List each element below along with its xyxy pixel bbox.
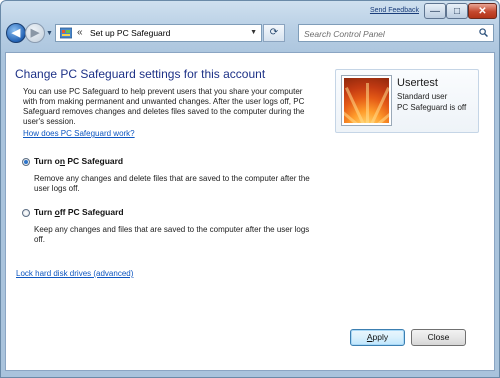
apply-button[interactable]: Apply	[350, 329, 405, 346]
address-bar[interactable]: « Set up PC Safeguard ▼	[55, 24, 262, 42]
minimize-icon: —	[430, 6, 440, 17]
search-icon[interactable]	[479, 28, 488, 37]
window: Send Feedback — □ ✕ ◀ ▶ ▼ « Set up PC Sa…	[0, 0, 500, 378]
page-description: You can use PC Safeguard to help prevent…	[23, 87, 305, 126]
recent-pages-dropdown-icon[interactable]: ▼	[46, 30, 53, 37]
how-does-pc-safeguard-work-link[interactable]: How does PC Safeguard work?	[23, 129, 135, 138]
back-arrow-icon: ◀	[11, 27, 21, 39]
link-text-part: does PC Safeguard work?	[39, 129, 135, 138]
user-account-card: Usertest Standard user PC Safeguard is o…	[335, 69, 479, 133]
forward-button[interactable]: ▶	[25, 23, 45, 43]
address-path[interactable]: Set up PC Safeguard	[90, 28, 170, 38]
minimize-button[interactable]: —	[424, 3, 446, 19]
send-feedback-link[interactable]: Send Feedback	[370, 7, 419, 14]
turn-on-description: Remove any changes and delete files that…	[34, 174, 310, 193]
address-dropdown-icon[interactable]: ▼	[250, 29, 257, 36]
window-close-button[interactable]: ✕	[468, 3, 497, 19]
back-button[interactable]: ◀	[6, 23, 26, 43]
maximize-button[interactable]: □	[446, 3, 468, 19]
label-text-part: ff PC Safeguard	[59, 207, 124, 217]
safeguard-status: PC Safeguard is off	[397, 103, 467, 112]
navigation-bar: ◀ ▶ ▼ « Set up PC Safeguard ▼ ⟳	[1, 21, 499, 47]
maximize-icon: □	[453, 6, 461, 17]
search-input[interactable]	[302, 26, 474, 42]
close-button[interactable]: Close	[411, 329, 466, 346]
close-icon: ✕	[478, 6, 487, 17]
user-type: Standard user	[397, 92, 448, 101]
turn-on-label[interactable]: Turn on PC Safeguard	[34, 156, 123, 166]
turn-off-description: Keep any changes and files that are save…	[34, 225, 310, 244]
link-text-part: Ho	[23, 129, 34, 138]
turn-off-label[interactable]: Turn off PC Safeguard	[34, 207, 124, 217]
address-separator: «	[77, 27, 83, 38]
label-text-part: PC Safeguard	[65, 156, 124, 166]
button-text-part: pply	[372, 332, 389, 342]
control-panel-icon	[60, 27, 72, 39]
title-bar: Send Feedback — □ ✕	[1, 1, 499, 19]
lock-hard-disk-drives-link[interactable]: Lock hard disk drives (advanced)	[16, 269, 133, 278]
turn-on-radio[interactable]	[22, 158, 30, 166]
label-text-part: Turn	[34, 207, 55, 217]
page-title: Change PC Safeguard settings for this ac…	[15, 67, 266, 81]
label-text-part: Turn o	[34, 156, 60, 166]
refresh-button[interactable]: ⟳	[263, 24, 285, 42]
search-box[interactable]	[298, 24, 494, 42]
link-text-part: ock hard disk drives (advanced)	[20, 269, 134, 278]
forward-arrow-icon: ▶	[30, 27, 40, 39]
content-pane: Change PC Safeguard settings for this ac…	[5, 52, 495, 371]
turn-off-radio[interactable]	[22, 209, 30, 217]
user-name: Usertest	[397, 77, 438, 89]
user-avatar	[342, 76, 391, 125]
